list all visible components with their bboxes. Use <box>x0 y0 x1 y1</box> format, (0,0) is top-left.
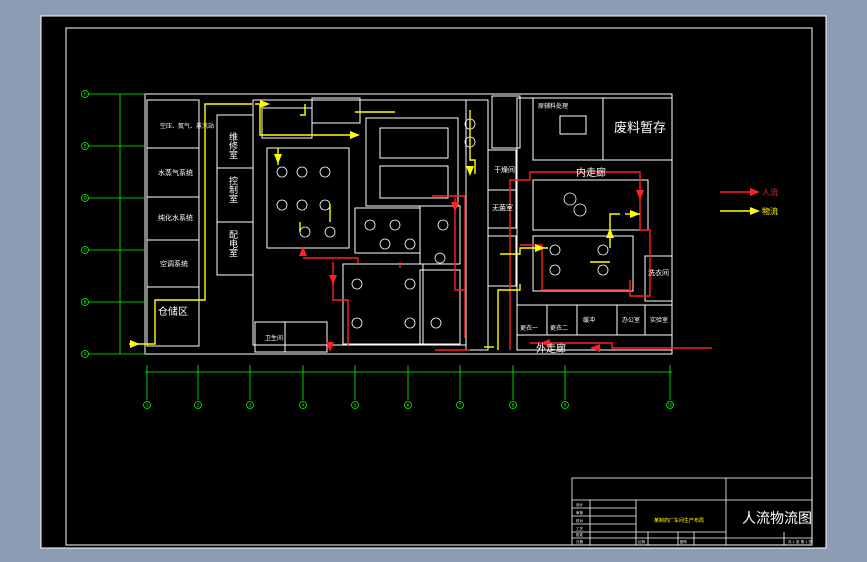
title-footer: 比例 <box>638 539 646 544</box>
room-label: 内走廊 <box>576 166 606 179</box>
title-row-label: 日期 <box>576 539 584 544</box>
room-label: 干燥间 <box>494 165 515 174</box>
axis-label: 5 <box>354 403 357 408</box>
axis-label: A <box>84 352 87 357</box>
room-label: 无菌室 <box>492 203 513 212</box>
axis-label: 3 <box>249 403 252 408</box>
room-label: 空压、氮气、蒸汽站 <box>160 122 214 130</box>
legend-material-flow: 物流 <box>762 206 778 216</box>
axis-label: 4 <box>302 403 305 408</box>
room-label: 缓冲 <box>583 316 595 324</box>
room-label: 更衣二 <box>550 324 568 332</box>
axis-label: 1 <box>146 403 149 408</box>
room-label: 水蒸气系统 <box>158 168 193 177</box>
room-label: 配电室 <box>227 230 238 257</box>
room-label: 控制室 <box>227 175 238 203</box>
room-label: 更衣一 <box>520 324 538 332</box>
room-label: 维修室 <box>227 131 238 159</box>
legend-person-flow: 人流 <box>762 187 778 197</box>
axis-label: B <box>84 300 87 305</box>
axis-label: 6 <box>407 403 410 408</box>
room-label: 空调系统 <box>160 259 188 268</box>
room-label: 废料暂存 <box>614 120 666 136</box>
room-label: 洗衣间 <box>648 268 669 277</box>
title-row-label: 工艺 <box>576 526 584 531</box>
axis-label: 9 <box>564 403 567 408</box>
axis-label: 7 <box>459 403 462 408</box>
axis-label: 8 <box>512 403 515 408</box>
axis-label: D <box>83 196 86 201</box>
title-footer: 图号 <box>680 539 688 544</box>
room-label: 外走廊 <box>536 342 566 355</box>
title-footer: 共 1 张 第 1 张 <box>788 539 813 544</box>
drawing-title: 人流物流图 <box>742 511 812 527</box>
axis-label: C <box>84 248 87 253</box>
room-label: 原辅料处理 <box>538 102 568 110</box>
title-row-label: 批准 <box>576 532 584 537</box>
title-row-label: 审核 <box>576 510 584 515</box>
title-row-label: 校对 <box>576 518 584 523</box>
room-label: 纯化水系统 <box>158 213 193 222</box>
axis-label: 2 <box>197 403 200 408</box>
drawing-subtitle: 某制药厂车间生产布局 <box>654 517 704 524</box>
room-label: 实验室 <box>650 316 668 324</box>
room-label: 办公室 <box>622 316 640 324</box>
axis-label: 10 <box>667 403 673 408</box>
cad-drawing-canvas: 空压、氮气、蒸汽站 水蒸气系统 纯化水系统 空调系统 仓储区 维修室 控制室 配… <box>0 0 867 562</box>
drawing-sheet <box>40 15 827 549</box>
room-label: 卫生间 <box>265 334 283 342</box>
title-row-label: 设计 <box>576 502 584 507</box>
drawing-svg: 空压、氮气、蒸汽站 水蒸气系统 纯化水系统 空调系统 仓储区 维修室 控制室 配… <box>40 15 827 549</box>
room-label: 仓储区 <box>158 305 188 318</box>
